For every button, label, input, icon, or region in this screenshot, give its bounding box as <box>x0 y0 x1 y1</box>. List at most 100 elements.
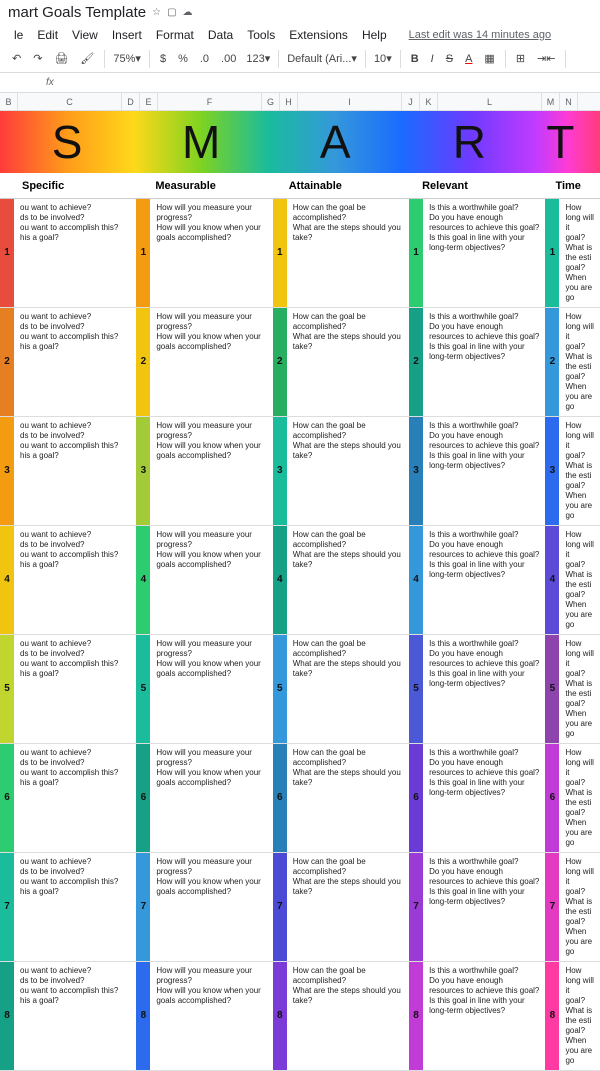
goal-cell-attainable[interactable]: 4How can the goal be accomplished? What … <box>273 526 409 634</box>
goal-cell-time[interactable]: 5How long will it goal? What is the esti… <box>545 635 600 743</box>
goal-cell-relevant[interactable]: 7Is this a worthwhile goal? Do you have … <box>409 853 545 961</box>
col-head[interactable]: H <box>280 93 298 110</box>
menu-view[interactable]: View <box>66 25 104 45</box>
col-head[interactable]: E <box>140 93 158 110</box>
goal-cell-attainable[interactable]: 5How can the goal be accomplished? What … <box>273 635 409 743</box>
goal-number: 7 <box>136 853 150 961</box>
increase-decimal-button[interactable]: .00 <box>217 50 240 68</box>
goal-cell-measurable[interactable]: 7How will you measure your progress? How… <box>136 853 272 961</box>
menu-extensions[interactable]: Extensions <box>283 25 354 45</box>
goal-cell-attainable[interactable]: 8How can the goal be accomplished? What … <box>273 962 409 1070</box>
font-size-select[interactable]: 10 ▾ <box>372 50 394 67</box>
goal-cell-measurable[interactable]: 4How will you measure your progress? How… <box>136 526 272 634</box>
goal-row: 4ou want to achieve? ds to be involved? … <box>0 526 600 635</box>
menu-insert[interactable]: Insert <box>106 25 148 45</box>
goal-cell-specific[interactable]: 6ou want to achieve? ds to be involved? … <box>0 744 136 852</box>
header-attainable: Attainable <box>267 173 400 198</box>
col-head[interactable]: N <box>560 93 578 110</box>
goal-number: 1 <box>0 199 14 307</box>
menu-data[interactable]: Data <box>202 25 239 45</box>
goal-cell-specific[interactable]: 8ou want to achieve? ds to be involved? … <box>0 962 136 1070</box>
col-head[interactable]: I <box>298 93 402 110</box>
star-icon[interactable]: ☆ <box>152 7 161 18</box>
merge-button[interactable]: ⇥⇤ <box>533 49 559 68</box>
goal-cell-specific[interactable]: 4ou want to achieve? ds to be involved? … <box>0 526 136 634</box>
goal-cell-time[interactable]: 3How long will it goal? What is the esti… <box>545 417 600 525</box>
undo-icon[interactable]: ↶ <box>8 49 25 68</box>
goal-cell-attainable[interactable]: 7How can the goal be accomplished? What … <box>273 853 409 961</box>
goal-number: 7 <box>545 853 559 961</box>
goal-cell-attainable[interactable]: 6How can the goal be accomplished? What … <box>273 744 409 852</box>
font-select[interactable]: Default (Ari... ▾ <box>285 50 359 67</box>
menu-format[interactable]: Format <box>150 25 200 45</box>
borders-button[interactable]: ⊞ <box>512 49 529 68</box>
col-head[interactable]: K <box>420 93 438 110</box>
goal-number: 1 <box>545 199 559 307</box>
goal-cell-specific[interactable]: 1ou want to achieve? ds to be involved? … <box>0 199 136 307</box>
paint-format-icon[interactable]: 🖌 <box>76 49 98 68</box>
goal-cell-attainable[interactable]: 2How can the goal be accomplished? What … <box>273 308 409 416</box>
zoom-select[interactable]: 75% ▾ <box>111 50 143 67</box>
cloud-icon[interactable]: ☁ <box>183 7 193 18</box>
goal-cell-time[interactable]: 8How long will it goal? What is the esti… <box>545 962 600 1070</box>
bold-button[interactable]: B <box>407 50 423 68</box>
goal-number: 4 <box>273 526 287 634</box>
print-icon[interactable]: 🖨 <box>50 49 72 68</box>
currency-button[interactable]: $ <box>156 50 170 68</box>
doc-title[interactable]: mart Goals Template <box>8 4 146 21</box>
text-color-button[interactable]: A <box>461 50 476 68</box>
goal-cell-attainable[interactable]: 3How can the goal be accomplished? What … <box>273 417 409 525</box>
goal-cell-measurable[interactable]: 6How will you measure your progress? How… <box>136 744 272 852</box>
last-edit-link[interactable]: Last edit was 14 minutes ago <box>403 26 557 44</box>
goal-cell-specific[interactable]: 3ou want to achieve? ds to be involved? … <box>0 417 136 525</box>
goal-cell-relevant[interactable]: 8Is this a worthwhile goal? Do you have … <box>409 962 545 1070</box>
goal-text: How can the goal be accomplished? What a… <box>287 526 409 634</box>
goal-cell-specific[interactable]: 5ou want to achieve? ds to be involved? … <box>0 635 136 743</box>
goal-cell-time[interactable]: 4How long will it goal? What is the esti… <box>545 526 600 634</box>
number-format-button[interactable]: 123▾ <box>244 50 272 67</box>
col-head[interactable]: B <box>0 93 18 110</box>
goal-cell-relevant[interactable]: 3Is this a worthwhile goal? Do you have … <box>409 417 545 525</box>
goal-cell-relevant[interactable]: 5Is this a worthwhile goal? Do you have … <box>409 635 545 743</box>
goal-cell-relevant[interactable]: 4Is this a worthwhile goal? Do you have … <box>409 526 545 634</box>
fill-color-button[interactable]: ▦ <box>480 49 498 68</box>
goal-number: 4 <box>409 526 423 634</box>
goal-cell-measurable[interactable]: 3How will you measure your progress? How… <box>136 417 272 525</box>
decrease-decimal-button[interactable]: .0 <box>196 50 213 68</box>
goal-cell-relevant[interactable]: 6Is this a worthwhile goal? Do you have … <box>409 744 545 852</box>
menu-help[interactable]: Help <box>356 25 393 45</box>
goal-text: How will you measure your progress? How … <box>150 962 272 1070</box>
italic-button[interactable]: I <box>427 50 438 68</box>
goal-cell-time[interactable]: 1How long will it goal? What is the esti… <box>545 199 600 307</box>
menu-file[interactable]: le <box>8 25 29 45</box>
col-head[interactable]: D <box>122 93 140 110</box>
redo-icon[interactable]: ↷ <box>29 49 46 68</box>
col-head[interactable]: M <box>542 93 560 110</box>
goal-cell-measurable[interactable]: 8How will you measure your progress? How… <box>136 962 272 1070</box>
col-head[interactable]: F <box>158 93 262 110</box>
goal-cell-measurable[interactable]: 5How will you measure your progress? How… <box>136 635 272 743</box>
goal-text: Is this a worthwhile goal? Do you have e… <box>423 417 545 525</box>
goal-cell-specific[interactable]: 2ou want to achieve? ds to be involved? … <box>0 308 136 416</box>
goal-row: 6ou want to achieve? ds to be involved? … <box>0 744 600 853</box>
move-icon[interactable]: ▢ <box>167 7 176 18</box>
goal-cell-measurable[interactable]: 2How will you measure your progress? How… <box>136 308 272 416</box>
col-head[interactable]: L <box>438 93 542 110</box>
col-head[interactable]: J <box>402 93 420 110</box>
goal-cell-measurable[interactable]: 1How will you measure your progress? How… <box>136 199 272 307</box>
goal-cell-time[interactable]: 6How long will it goal? What is the esti… <box>545 744 600 852</box>
percent-button[interactable]: % <box>174 50 192 68</box>
goal-cell-attainable[interactable]: 1How can the goal be accomplished? What … <box>273 199 409 307</box>
goal-cell-relevant[interactable]: 1Is this a worthwhile goal? Do you have … <box>409 199 545 307</box>
goal-cell-time[interactable]: 7How long will it goal? What is the esti… <box>545 853 600 961</box>
col-head[interactable]: C <box>18 93 122 110</box>
goal-cell-time[interactable]: 2How long will it goal? What is the esti… <box>545 308 600 416</box>
strikethrough-button[interactable]: S <box>442 50 457 68</box>
col-head[interactable]: G <box>262 93 280 110</box>
goal-cell-relevant[interactable]: 2Is this a worthwhile goal? Do you have … <box>409 308 545 416</box>
smart-r: R <box>402 111 536 173</box>
menu-edit[interactable]: Edit <box>31 25 64 45</box>
menu-tools[interactable]: Tools <box>241 25 281 45</box>
goal-cell-specific[interactable]: 7ou want to achieve? ds to be involved? … <box>0 853 136 961</box>
goal-text: How long will it goal? What is the esti … <box>559 744 600 852</box>
